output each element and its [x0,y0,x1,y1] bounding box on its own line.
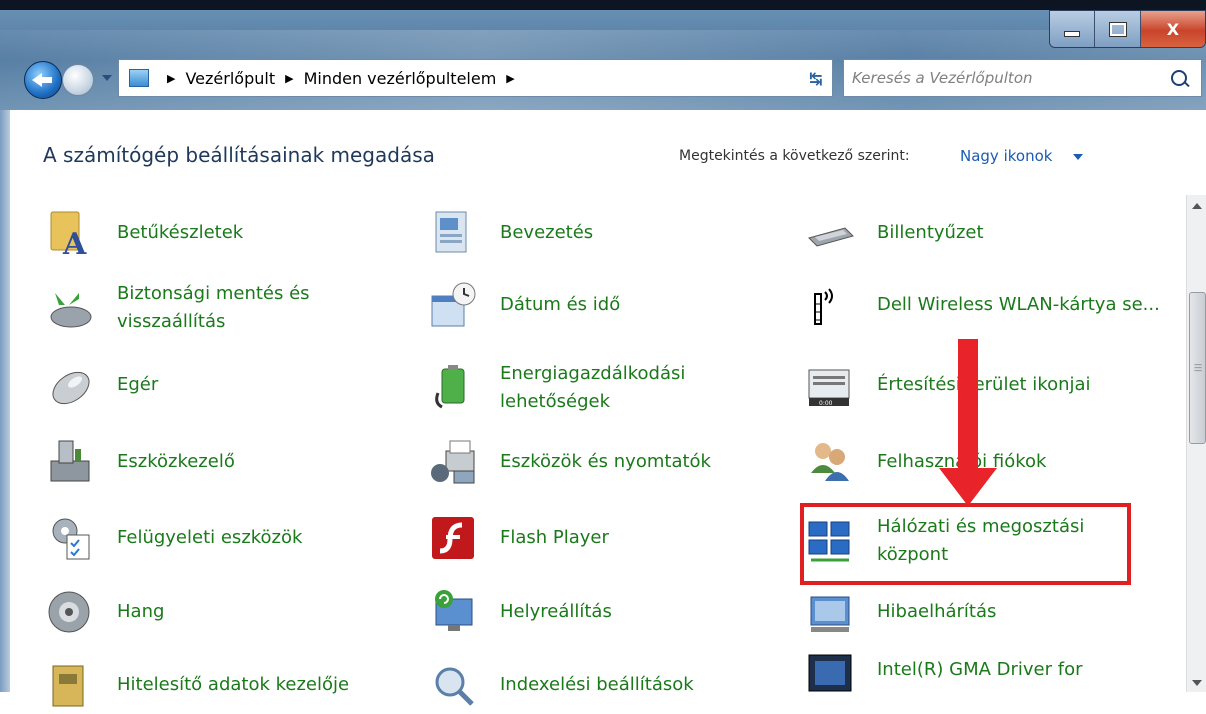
item-label[interactable]: Dátum és idő [500,291,620,319]
item-label[interactable]: Bevezetés [500,219,593,247]
devices-printers-icon [428,437,478,487]
view-by-dropdown[interactable]: Nagy ikonok [960,147,1052,165]
device-manager-icon [45,437,95,487]
maximize-icon [1108,21,1127,37]
red-arrow-head [939,468,997,506]
backup-restore-icon [45,283,95,333]
search-input[interactable]: Keresés a Vezérlőpulton [852,69,1171,87]
item-label[interactable]: Billentyűzet [877,219,984,247]
svg-text:0:00: 0:00 [819,400,833,407]
window-chrome: X ▶ Vezérlőpult ▶ Minden vezérlőpultelem… [0,0,1206,110]
recovery-icon [428,587,478,637]
item-credential-manager[interactable]: Hitelesítő adatok kezelője [45,660,349,710]
breadcrumb-separator-icon[interactable]: ▶ [285,72,293,85]
date-time-icon [428,280,478,330]
indexing-icon [428,660,478,710]
item-notification-area[interactable]: 0:00 Értesítési terület ikonjai [805,360,1091,410]
notification-area-icon: 0:00 [805,360,855,410]
item-sound[interactable]: Hang [45,587,164,637]
power-options-icon [428,363,478,413]
svg-text:A: A [62,227,87,258]
close-button[interactable]: X [1140,11,1205,47]
item-troubleshooting[interactable]: Hibaelhárítás [805,587,996,637]
search-box[interactable]: Keresés a Vezérlőpulton [843,59,1202,97]
item-flash-player[interactable]: Flash Player [428,513,609,563]
admin-tools-icon [45,513,95,563]
user-accounts-icon [805,437,855,487]
item-admin-tools[interactable]: Felügyeleti eszközök [45,513,302,563]
dropdown-arrow-icon[interactable] [1073,154,1083,160]
breadcrumb-separator-icon[interactable]: ▶ [167,72,175,85]
breadcrumb-separator-icon[interactable]: ▶ [506,72,514,85]
item-indexing-options[interactable]: Indexelési beállítások [428,660,694,710]
troubleshooting-icon [805,587,855,637]
grip-icon: — — — [1194,360,1202,375]
vertical-scrollbar[interactable]: — — — [1186,195,1206,692]
item-label[interactable]: Flash Player [500,524,609,552]
item-label[interactable]: Energiagazdálkodási lehetőségek [500,360,740,416]
item-device-manager[interactable]: Eszközkezelő [45,437,235,487]
title-bar-edge [0,0,1206,10]
fonts-icon: A [45,208,95,262]
item-label[interactable]: Hibaelhárítás [877,598,996,626]
search-icon[interactable] [1171,70,1187,86]
minimize-button[interactable] [1050,11,1096,47]
credential-manager-icon [45,660,95,710]
window-frame-left [0,110,10,692]
refresh-button[interactable]: ↹ [800,59,833,97]
item-label[interactable]: Dell Wireless WLAN-kártya se... [877,291,1167,319]
refresh-icon: ↹ [809,68,823,88]
item-user-accounts[interactable]: Felhasználói fiókok [805,437,1046,487]
item-devices-printers[interactable]: Eszközök és nyomtatók [428,437,711,487]
address-bar[interactable]: ▶ Vezérlőpult ▶ Minden vezérlőpultelem ▶ [118,59,829,97]
breadcrumb-all-items[interactable]: Minden vezérlőpultelem [304,69,497,88]
item-label[interactable]: Helyreállítás [500,598,612,626]
control-panel-icon [129,69,149,87]
minimize-icon [1064,31,1081,37]
keyboard-icon [805,208,855,258]
item-label[interactable]: Értesítési terület ikonjai [877,371,1091,399]
maximize-button[interactable] [1095,11,1141,47]
breadcrumb-control-panel[interactable]: Vezérlőpult [185,69,275,88]
item-backup-restore[interactable]: Biztonsági mentés és visszaállítás [45,280,367,336]
wireless-antenna-icon [805,280,855,330]
highlight-box [800,503,1131,585]
item-label[interactable]: Felügyeleti eszközök [117,524,302,552]
getting-started-icon [428,208,478,258]
scroll-down-icon[interactable] [1192,680,1202,686]
item-recovery[interactable]: Helyreállítás [428,587,612,637]
scrollbar-thumb[interactable]: — — — [1189,292,1206,444]
item-dell-wireless[interactable]: Dell Wireless WLAN-kártya se... [805,280,1167,330]
item-label[interactable]: Egér [117,371,158,399]
scroll-up-icon[interactable] [1192,203,1202,209]
item-label[interactable]: Hang [117,598,164,626]
item-label[interactable]: Hitelesítő adatok kezelője [117,671,349,699]
item-label[interactable]: Betűkészletek [117,219,243,247]
item-fonts[interactable]: A Betűkészletek [45,208,243,262]
recent-pages-dropdown[interactable] [102,75,112,81]
page-title: A számítógép beállításainak megadása [43,143,435,167]
item-intel-gma-driver[interactable]: Intel(R) GMA Driver for [805,645,1083,695]
view-by-label: Megtekintés a következő szerint: [679,148,910,164]
item-date-time[interactable]: Dátum és idő [428,280,620,330]
item-label[interactable]: Intel(R) GMA Driver for [877,656,1083,684]
item-label[interactable]: Indexelési beállítások [500,671,694,699]
intel-gma-icon [805,645,855,695]
item-getting-started[interactable]: Bevezetés [428,208,593,258]
item-keyboard[interactable]: Billentyűzet [805,208,984,258]
item-mouse[interactable]: Egér [45,360,158,410]
item-label[interactable]: Eszközök és nyomtatók [500,448,711,476]
speaker-icon [45,587,95,637]
back-button[interactable] [24,61,62,99]
item-label[interactable]: Biztonsági mentés és visszaállítás [117,280,367,336]
flash-player-icon [428,513,478,563]
control-panel-content: A számítógép beállításainak megadása Meg… [10,110,1206,707]
item-label[interactable]: Eszközkezelő [117,448,235,476]
item-power-options[interactable]: Energiagazdálkodási lehetőségek [428,360,740,416]
window-controls: X [1049,10,1206,48]
forward-button[interactable] [62,64,94,96]
red-arrow-shaft [958,339,978,475]
mouse-icon [45,360,95,410]
